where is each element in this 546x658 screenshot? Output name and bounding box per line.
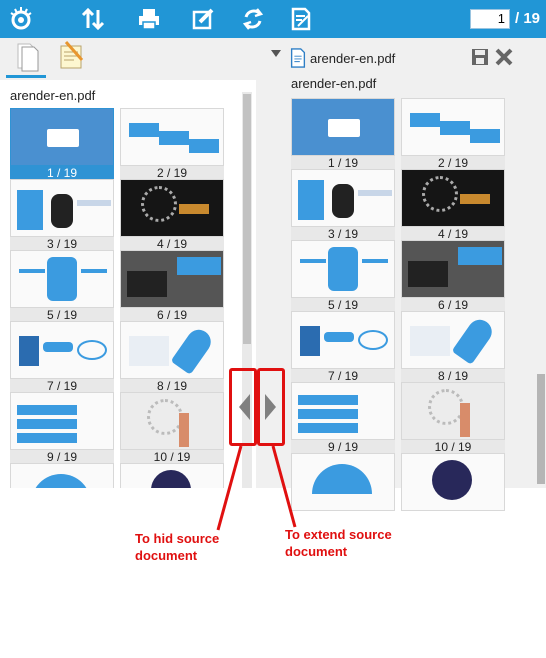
viewer-root: 1 / 19 arender-en.pdf 1 / 19 2 / 19 3 / 1 <box>0 0 546 658</box>
annotation-lines <box>216 445 297 531</box>
annotation-extend-source: To extend source document <box>285 527 392 559</box>
annotation-hide-source: To hid source document <box>135 531 220 563</box>
